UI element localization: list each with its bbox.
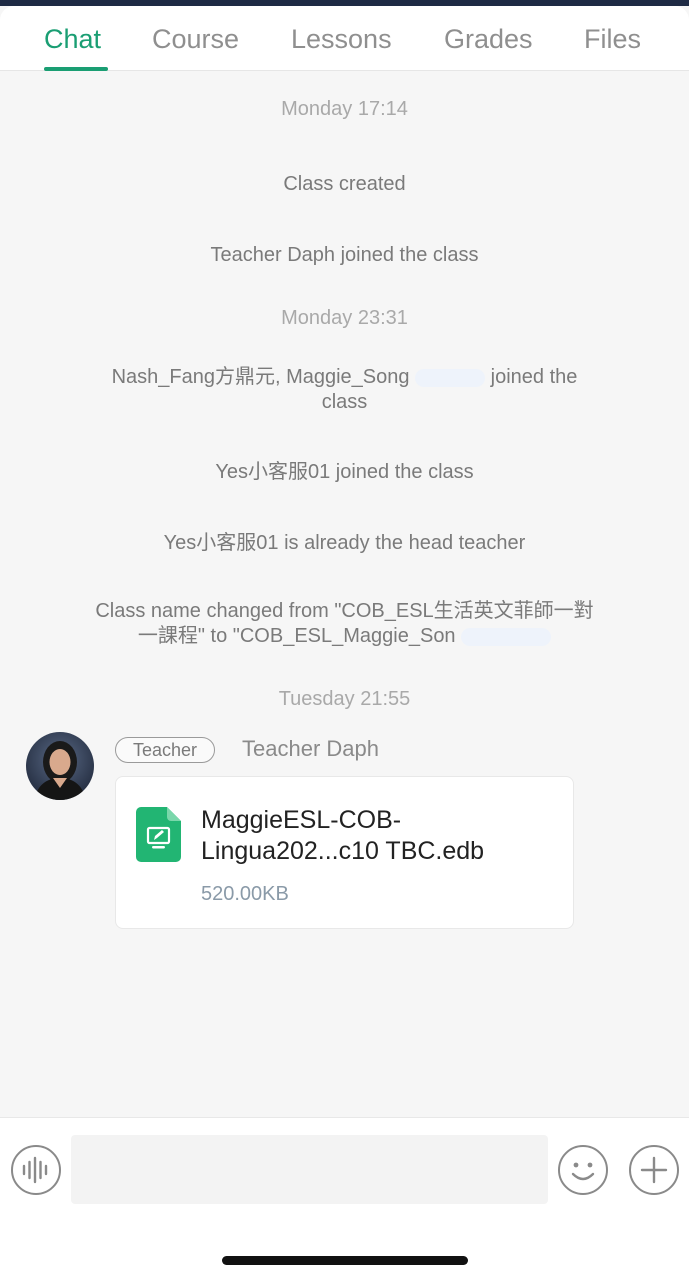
plus-icon xyxy=(640,1156,668,1184)
active-tab-indicator xyxy=(44,67,108,71)
rename-text-line1: Class name changed from "COB_ESL生活英文菲師一對 xyxy=(95,600,594,622)
system-message-yes-joined: Yes小客服01 joined the class xyxy=(215,461,474,483)
emoji-button[interactable] xyxy=(558,1145,608,1195)
timestamp: Tuesday 21:55 xyxy=(278,688,411,710)
system-message-class-renamed: Class name changed from "COB_ESL生活英文菲師一對… xyxy=(40,599,649,649)
smiley-icon xyxy=(571,1162,595,1181)
add-button[interactable] xyxy=(629,1145,679,1195)
tab-lessons[interactable]: Lessons xyxy=(291,24,392,55)
rename-text-line2: 一課程" to "COB_ESL_Maggie_Son xyxy=(137,625,456,647)
timestamp: Monday 17:14 xyxy=(281,98,408,120)
members-joined-text-line2: class xyxy=(321,391,368,413)
tab-chat[interactable]: Chat xyxy=(44,24,101,55)
avatar[interactable] xyxy=(26,732,94,800)
avatar-portrait xyxy=(34,741,86,800)
tab-files[interactable]: Files xyxy=(584,24,641,55)
file-name: MaggieESL-COB-Lingua202...c10 TBC.edb xyxy=(201,806,485,865)
role-badge: Teacher xyxy=(115,737,216,763)
redacted-blur xyxy=(415,368,486,387)
tab-grades[interactable]: Grades xyxy=(444,24,533,55)
voice-wave-icon xyxy=(22,1156,48,1184)
tab-course[interactable]: Course xyxy=(152,24,239,55)
home-indicator[interactable] xyxy=(222,1256,468,1265)
system-message-class-created: Class created xyxy=(283,173,406,195)
members-joined-text-end: joined the xyxy=(490,366,578,388)
timestamp: Monday 23:31 xyxy=(281,307,408,329)
system-message-teacher-joined: Teacher Daph joined the class xyxy=(210,244,479,266)
tab-bar: Chat Course Lessons Grades Files xyxy=(0,6,689,71)
voice-button[interactable] xyxy=(11,1145,61,1195)
sender-name: Teacher Daph xyxy=(242,736,379,761)
file-attachment-card[interactable]: MaggieESL-COB-Lingua202...c10 TBC.edb 52… xyxy=(115,776,574,929)
system-message-head-teacher: Yes小客服01 is already the head teacher xyxy=(163,532,526,554)
document-edit-icon xyxy=(136,807,181,862)
redacted-blur xyxy=(461,627,552,646)
system-message-members-joined: Nash_Fang方鼎元, Maggie_Song joined the cla… xyxy=(40,365,649,415)
message-input[interactable] xyxy=(71,1135,548,1204)
file-size: 520.00KB xyxy=(201,883,289,905)
members-joined-text: Nash_Fang方鼎元, Maggie_Song xyxy=(111,366,410,388)
